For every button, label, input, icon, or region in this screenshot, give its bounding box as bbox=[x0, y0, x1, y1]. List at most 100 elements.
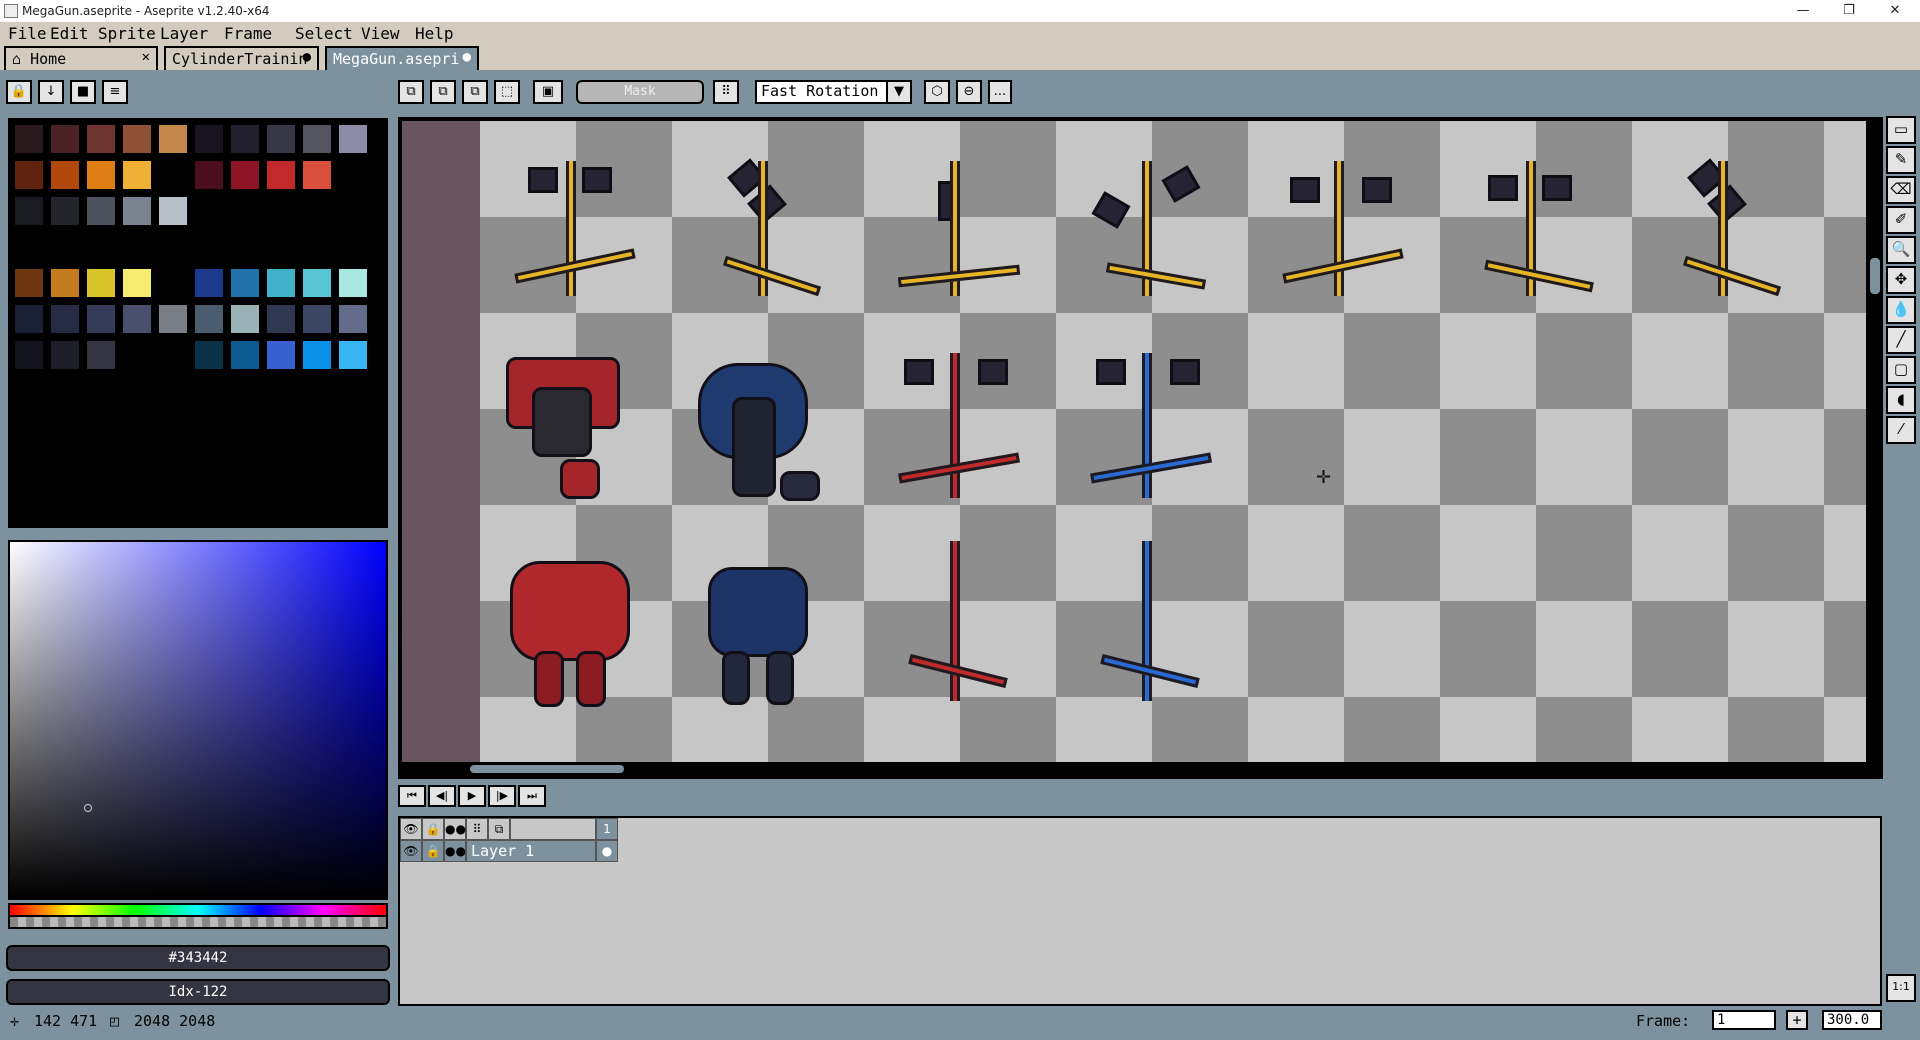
palette-swatch[interactable] bbox=[86, 268, 116, 298]
palette-swatch[interactable] bbox=[266, 124, 296, 154]
reference-layer-icon[interactable]: ⊖ bbox=[956, 80, 982, 104]
tab-cylindertraining[interactable]: CylinderTrainin ● bbox=[164, 46, 319, 70]
previous-frame-icon[interactable]: ◀| bbox=[428, 785, 456, 807]
palette-options-button[interactable]: ≡ bbox=[102, 80, 128, 104]
blur-tool-icon[interactable]: ⁄ bbox=[1886, 416, 1916, 444]
pivot-icon[interactable]: ⠿ bbox=[713, 80, 739, 104]
menu-frame[interactable]: Frame bbox=[224, 24, 272, 43]
palette-swatch[interactable] bbox=[86, 196, 116, 226]
palette-swatch[interactable] bbox=[86, 160, 116, 190]
last-frame-icon[interactable]: ⏭ bbox=[518, 785, 546, 807]
palette-swatch[interactable] bbox=[14, 124, 44, 154]
palette-swatch[interactable] bbox=[122, 160, 152, 190]
palette-swatch[interactable] bbox=[302, 304, 332, 334]
onion-skin-icon[interactable]: ⠿ bbox=[466, 818, 488, 840]
palette-swatch[interactable] bbox=[50, 268, 80, 298]
palette-swatch[interactable] bbox=[338, 268, 368, 298]
palette-swatch[interactable] bbox=[122, 232, 152, 262]
color-hex-field[interactable]: #343442 bbox=[6, 945, 390, 971]
palette-preset-button[interactable]: ■ bbox=[70, 80, 96, 104]
palette-swatch[interactable] bbox=[266, 196, 296, 226]
tab-home[interactable]: ⌂ Home ✕ bbox=[4, 46, 158, 70]
cel-icon[interactable]: ● bbox=[596, 840, 618, 862]
vertical-scrollbar[interactable] bbox=[1869, 121, 1881, 762]
chevron-down-icon[interactable]: ▼ bbox=[886, 80, 912, 104]
layer-continuous-icon[interactable]: ●● bbox=[444, 840, 466, 862]
picker-cursor-icon[interactable] bbox=[84, 804, 92, 812]
palette-swatch[interactable] bbox=[158, 268, 188, 298]
palette-swatch[interactable] bbox=[50, 196, 80, 226]
maximize-button[interactable]: ❐ bbox=[1826, 0, 1872, 22]
palette-swatch[interactable] bbox=[50, 340, 80, 370]
frame-input[interactable]: 1 bbox=[1712, 1010, 1776, 1030]
palette-swatch[interactable] bbox=[50, 232, 80, 262]
palette-swatch[interactable] bbox=[302, 340, 332, 370]
menu-help[interactable]: Help bbox=[415, 24, 454, 43]
zoom-input[interactable]: 300.0 bbox=[1822, 1010, 1882, 1030]
palette-swatch[interactable] bbox=[86, 340, 116, 370]
color-index-field[interactable]: Idx-122 bbox=[6, 979, 390, 1005]
layer-visibility-icon[interactable]: 👁 bbox=[400, 840, 422, 862]
color-spectrum[interactable] bbox=[8, 540, 388, 900]
palette-swatch[interactable] bbox=[230, 124, 260, 154]
palette-swatch[interactable] bbox=[302, 160, 332, 190]
palette-swatch[interactable] bbox=[158, 232, 188, 262]
modified-dot-icon[interactable]: ● bbox=[463, 49, 471, 65]
palette-swatch[interactable] bbox=[230, 304, 260, 334]
lock-palette-button[interactable]: 🔒 bbox=[6, 80, 32, 104]
palette-swatch[interactable] bbox=[230, 196, 260, 226]
palette-swatch[interactable] bbox=[302, 232, 332, 262]
palette-swatch[interactable] bbox=[50, 304, 80, 334]
palette-swatch[interactable] bbox=[194, 160, 224, 190]
palette-swatch[interactable] bbox=[158, 304, 188, 334]
selection-subtract-icon[interactable]: ⧉ bbox=[462, 80, 488, 104]
palette-sort-button[interactable]: ↓ bbox=[38, 80, 64, 104]
palette-swatch[interactable] bbox=[14, 196, 44, 226]
palette-swatch[interactable] bbox=[122, 304, 152, 334]
palette-swatch[interactable] bbox=[230, 232, 260, 262]
lock-header-icon[interactable]: 🔒 bbox=[422, 818, 444, 840]
marquee-tool-icon[interactable]: ▭ bbox=[1886, 116, 1916, 144]
hue-slider[interactable] bbox=[8, 903, 388, 917]
palette-swatch[interactable] bbox=[14, 232, 44, 262]
palette-swatch[interactable] bbox=[302, 124, 332, 154]
close-tab-icon[interactable]: ✕ bbox=[142, 49, 150, 65]
palette-swatch[interactable] bbox=[194, 124, 224, 154]
transform-options-icon[interactable]: ⬡ bbox=[924, 80, 950, 104]
continuous-header-icon[interactable]: ●● bbox=[444, 818, 466, 840]
palette-swatch[interactable] bbox=[266, 268, 296, 298]
tab-megagun[interactable]: MegaGun.asepri ● bbox=[325, 46, 479, 70]
palette-swatch[interactable] bbox=[266, 160, 296, 190]
palette-swatch[interactable] bbox=[14, 340, 44, 370]
frame-header[interactable]: 1 bbox=[596, 818, 618, 840]
palette-swatch[interactable] bbox=[158, 124, 188, 154]
layer-name[interactable]: Layer 1 bbox=[466, 840, 596, 862]
selection-replace-icon[interactable]: ⧉ bbox=[398, 80, 424, 104]
menu-view[interactable]: View bbox=[361, 24, 400, 43]
add-frame-button[interactable]: + bbox=[1786, 1010, 1808, 1030]
menu-edit[interactable]: Edit bbox=[50, 24, 89, 43]
palette-swatch[interactable] bbox=[266, 340, 296, 370]
palette-swatch[interactable] bbox=[158, 340, 188, 370]
first-frame-icon[interactable]: ⏮ bbox=[398, 785, 426, 807]
sprite-canvas[interactable]: ✛ bbox=[480, 121, 1866, 762]
contour-tool-icon[interactable]: ◖ bbox=[1886, 386, 1916, 414]
palette-swatch[interactable] bbox=[86, 124, 116, 154]
modified-dot-icon[interactable]: ● bbox=[303, 49, 311, 65]
palette-swatch[interactable] bbox=[338, 304, 368, 334]
rectangle-tool-icon[interactable]: ▢ bbox=[1886, 356, 1916, 384]
close-window-button[interactable]: ✕ bbox=[1872, 0, 1918, 22]
fill-tool-icon[interactable]: 💧 bbox=[1886, 296, 1916, 324]
zoom-tool-icon[interactable]: 🔍 bbox=[1886, 236, 1916, 264]
palette-swatch[interactable] bbox=[122, 124, 152, 154]
palette-swatch[interactable] bbox=[338, 124, 368, 154]
palette-swatch[interactable] bbox=[302, 268, 332, 298]
rotation-algorithm-select[interactable]: Fast Rotation bbox=[755, 80, 889, 104]
palette-swatch[interactable] bbox=[266, 232, 296, 262]
selection-add-icon[interactable]: ⧉ bbox=[430, 80, 456, 104]
palette-swatch[interactable] bbox=[230, 340, 260, 370]
menu-file[interactable]: File bbox=[8, 24, 47, 43]
palette-swatch[interactable] bbox=[194, 196, 224, 226]
horizontal-scroll-thumb[interactable] bbox=[470, 765, 624, 773]
transparent-color-icon[interactable]: ▣ bbox=[533, 80, 563, 104]
